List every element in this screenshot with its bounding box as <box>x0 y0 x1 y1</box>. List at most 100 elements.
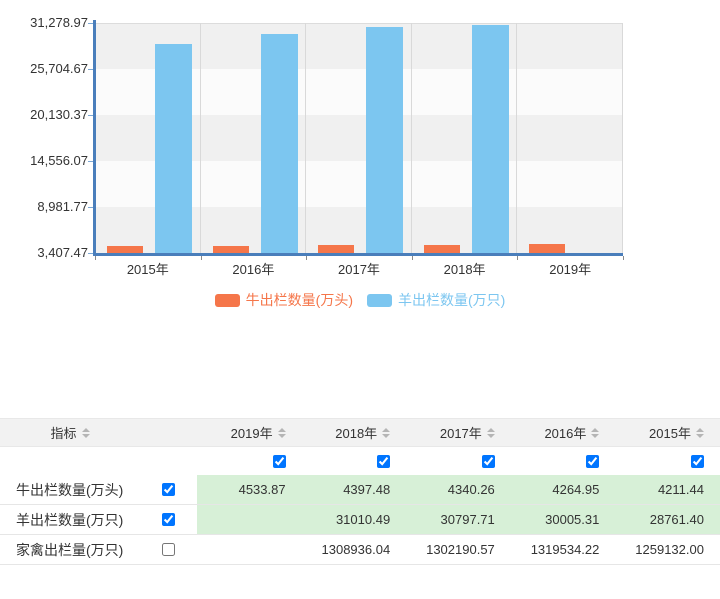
x-axis-label: 2018年 <box>412 259 518 278</box>
x-axis-tick <box>95 256 96 260</box>
sort-down-icon <box>82 434 90 438</box>
column-checkbox-2018年[interactable] <box>377 455 390 468</box>
x-axis-label: 2019年 <box>517 259 623 278</box>
table-row: 家禽出栏量(万只)1308936.041302190.571319534.221… <box>0 535 720 565</box>
grid-line-vertical <box>516 23 517 253</box>
header-checkbox-spacer <box>140 419 197 446</box>
table-header-row: 指标 2019年 2018年 2017年 2016年 2015年 <box>0 418 720 447</box>
x-axis-tick <box>201 256 202 260</box>
y-axis-label: 20,130.37 <box>0 108 88 122</box>
row-label: 牛出栏数量(万头) <box>0 475 140 504</box>
row-checkbox-cell <box>140 475 197 504</box>
plot-area <box>95 23 623 253</box>
sort-down-icon <box>278 434 286 438</box>
checkbox-row-spacer <box>0 447 140 475</box>
legend-swatch-icon <box>215 294 240 307</box>
column-checkbox-2016年[interactable] <box>586 455 599 468</box>
cattle-bar-2018年 <box>424 245 460 253</box>
row-checkbox[interactable] <box>162 513 175 526</box>
sort-icon <box>591 428 599 438</box>
column-checkbox-cell <box>511 447 616 475</box>
data-cell-2019年 <box>197 535 302 564</box>
sheep-bar-2016年 <box>261 34 298 253</box>
row-checkbox[interactable] <box>162 483 175 496</box>
indicator-table: 指标 2019年 2018年 2017年 2016年 2015年牛出栏数量(万头)4533… <box>0 418 720 565</box>
x-axis-label: 2017年 <box>306 259 412 278</box>
x-axis-label: 2015年 <box>95 259 201 278</box>
x-axis-label: 2016年 <box>201 259 307 278</box>
sort-icon <box>696 428 704 438</box>
cattle-bar-2019年 <box>529 244 565 253</box>
y-axis-label: 31,278.97 <box>0 16 88 30</box>
checkbox-row-spacer <box>140 447 197 475</box>
sort-up-icon <box>382 428 390 432</box>
indicator-header-label: 指标 <box>50 423 76 442</box>
sheep-bar-2017年 <box>366 27 403 253</box>
year-header-cell-2017年[interactable]: 2017年 <box>406 419 511 446</box>
year-header-label: 2019年 <box>231 423 273 442</box>
sort-up-icon <box>278 428 286 432</box>
data-cell-2015年: 28761.40 <box>615 505 720 534</box>
sort-up-icon <box>487 428 495 432</box>
legend-item-cattle[interactable]: 牛出栏数量(万头) <box>215 290 353 310</box>
data-cell-2017年: 1302190.57 <box>406 535 511 564</box>
grid-line-vertical <box>411 23 412 253</box>
year-header-cell-2016年[interactable]: 2016年 <box>511 419 616 446</box>
y-axis-label: 8,981.77 <box>0 200 88 214</box>
sort-icon <box>278 428 286 438</box>
legend-item-sheep[interactable]: 羊出栏数量(万只) <box>367 290 505 310</box>
year-header-cell-2015年[interactable]: 2015年 <box>615 419 720 446</box>
sort-icon <box>82 428 90 438</box>
data-cell-2017年: 4340.26 <box>406 475 511 504</box>
x-axis-tick <box>306 256 307 260</box>
year-header-label: 2017年 <box>440 423 482 442</box>
sheep-bar-2018年 <box>472 25 509 253</box>
sort-down-icon <box>696 434 704 438</box>
sort-up-icon <box>591 428 599 432</box>
sort-icon <box>382 428 390 438</box>
cattle-bar-2015年 <box>107 246 143 253</box>
data-cell-2016年: 1319534.22 <box>511 535 616 564</box>
data-cell-2018年: 1308936.04 <box>302 535 407 564</box>
y-axis-label: 3,407.47 <box>0 246 88 260</box>
grid-line-vertical <box>200 23 201 253</box>
row-label: 羊出栏数量(万只) <box>0 505 140 534</box>
grid-line-horizontal <box>95 23 623 24</box>
x-axis-line <box>93 253 623 256</box>
sheep-bar-2015年 <box>155 44 192 253</box>
legend-label: 羊出栏数量(万只) <box>398 290 505 310</box>
sort-up-icon <box>82 428 90 432</box>
row-checkbox-cell <box>140 535 197 564</box>
x-axis-tick <box>623 256 624 260</box>
cattle-bar-2017年 <box>318 245 354 253</box>
data-cell-2016年: 30005.31 <box>511 505 616 534</box>
data-cell-2018年: 4397.48 <box>302 475 407 504</box>
year-header-cell-2018年[interactable]: 2018年 <box>302 419 407 446</box>
data-cell-2016年: 4264.95 <box>511 475 616 504</box>
data-cell-2019年 <box>197 505 302 534</box>
table-row: 羊出栏数量(万只)31010.4930797.7130005.3128761.4… <box>0 505 720 535</box>
year-header-label: 2016年 <box>544 423 586 442</box>
data-cell-2017年: 30797.71 <box>406 505 511 534</box>
sort-down-icon <box>591 434 599 438</box>
grid-line-vertical <box>305 23 306 253</box>
column-checkbox-cell <box>302 447 407 475</box>
sort-icon <box>487 428 495 438</box>
chart-legend: 牛出栏数量(万头) 羊出栏数量(万只) <box>0 290 720 310</box>
column-checkbox-2017年[interactable] <box>482 455 495 468</box>
y-axis-line <box>93 20 96 256</box>
column-checkbox-cell <box>197 447 302 475</box>
row-checkbox[interactable] <box>162 543 175 556</box>
indicator-header-cell[interactable]: 指标 <box>0 419 140 446</box>
sort-up-icon <box>696 428 704 432</box>
column-checkbox-row <box>0 447 720 475</box>
year-header-cell-2019年[interactable]: 2019年 <box>197 419 302 446</box>
column-checkbox-2015年[interactable] <box>691 455 704 468</box>
data-cell-2015年: 1259132.00 <box>615 535 720 564</box>
bar-chart: 31,278.9725,704.6720,130.3714,556.078,98… <box>0 0 720 320</box>
column-checkbox-2019年[interactable] <box>273 455 286 468</box>
legend-swatch-icon <box>367 294 392 307</box>
table-row: 牛出栏数量(万头)4533.874397.484340.264264.95421… <box>0 475 720 505</box>
data-cell-2015年: 4211.44 <box>615 475 720 504</box>
sort-down-icon <box>382 434 390 438</box>
